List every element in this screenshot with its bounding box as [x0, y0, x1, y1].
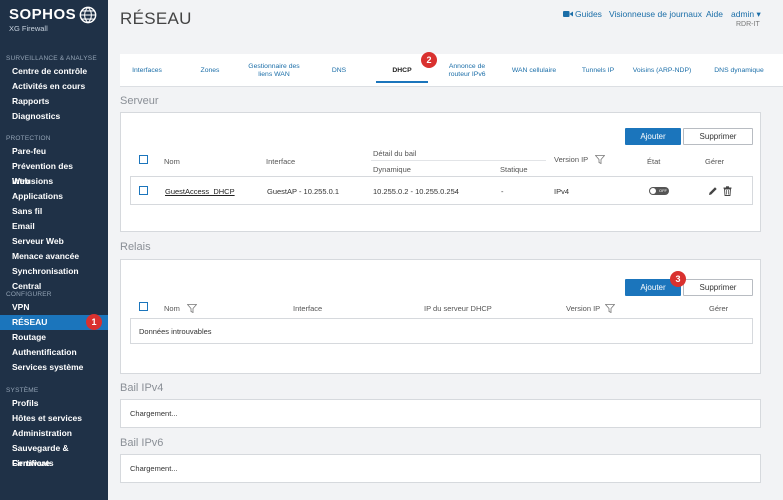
video-camera-icon[interactable]: [563, 10, 573, 18]
tab-bar: Interfaces Zones Gestionnaire des liens …: [120, 54, 783, 87]
server-col-interface[interactable]: Interface: [266, 157, 295, 166]
sidebar-item-wireless[interactable]: Sans fil: [0, 204, 108, 219]
lease-ipv6-title: Bail IPv6: [120, 437, 164, 449]
tab-dns[interactable]: DNS: [310, 54, 368, 87]
sidebar-item-email[interactable]: Email: [0, 219, 108, 234]
log-viewer-link[interactable]: Visionneuse de journaux: [609, 9, 702, 19]
sidebar-item-control-center[interactable]: Centre de contrôle: [0, 64, 108, 79]
sidebar-item-applications[interactable]: Applications: [0, 189, 108, 204]
empty-row: Données introuvables: [130, 318, 753, 344]
server-col-manage: Gérer: [705, 157, 725, 166]
sidebar-item-authentication[interactable]: Authentification: [0, 345, 108, 360]
server-row-ip-version: IPv4: [554, 187, 570, 196]
tab-zones[interactable]: Zones: [180, 54, 240, 87]
sidebar-item-certificates[interactable]: Certificats: [0, 456, 108, 471]
tab-cellular-wan[interactable]: WAN cellulaire: [500, 54, 568, 87]
globe-icon: [79, 6, 97, 24]
lease-header-divider: [371, 160, 546, 161]
sidebar: SOPHOS XG Firewall SURVEILLANCE & ANALYS…: [0, 0, 108, 500]
guides-link[interactable]: Guides: [575, 9, 602, 19]
tab-interfaces[interactable]: Interfaces: [120, 54, 174, 87]
relay-col-manage: Gérer: [709, 304, 729, 313]
page-title: RÉSEAU: [120, 9, 192, 28]
tab-wan-link-manager[interactable]: Gestionnaire des liens WAN: [242, 54, 306, 87]
brand-name: SOPHOS: [9, 6, 77, 23]
server-col-ip-version[interactable]: Version IP: [554, 155, 588, 164]
sidebar-item-intrusion-prevention[interactable]: Prévention des intrusions: [0, 159, 108, 186]
relay-col-ip-version[interactable]: Version IP: [566, 304, 600, 313]
sidebar-item-advanced-threat[interactable]: Menace avancée: [0, 249, 108, 264]
tab-neighbors[interactable]: Voisins (ARP-NDP): [630, 54, 694, 87]
filter-icon[interactable]: [187, 304, 197, 313]
server-section-title: Serveur: [120, 95, 159, 107]
tab-ip-tunnels[interactable]: Tunnels IP: [570, 54, 626, 87]
relay-col-interface[interactable]: Interface: [293, 304, 322, 313]
sidebar-item-central-sync[interactable]: Synchronisation Central: [0, 264, 108, 291]
server-col-state: État: [647, 157, 661, 166]
server-row-state-toggle[interactable]: OFF: [649, 187, 669, 195]
hostname: RDR-IT: [736, 21, 760, 28]
server-col-static[interactable]: Statique: [500, 165, 528, 174]
sidebar-section-configure: CONFIGURER: [6, 291, 52, 298]
lease-ipv4-panel: Chargement...: [120, 399, 761, 428]
sidebar-item-reports[interactable]: Rapports: [0, 94, 108, 109]
server-panel: Ajouter Supprimer Nom Interface Détail d…: [120, 112, 761, 232]
filter-icon[interactable]: [595, 155, 605, 164]
server-select-all-checkbox[interactable]: [139, 155, 148, 164]
sidebar-item-web[interactable]: Web: [0, 174, 108, 189]
server-row-interface: GuestAP - 10.255.0.1: [267, 187, 339, 196]
sophos-logo: SOPHOS XG Firewall: [9, 6, 76, 33]
server-row-static: -: [501, 187, 504, 196]
server-row-dynamic: 10.255.0.2 - 10.255.0.254: [373, 187, 459, 196]
server-delete-button[interactable]: Supprimer: [683, 128, 753, 145]
lease-ipv6-panel: Chargement...: [120, 454, 761, 483]
sidebar-section-protection: PROTECTION: [6, 135, 51, 142]
sidebar-item-routing[interactable]: Routage: [0, 330, 108, 345]
sidebar-item-hosts-services[interactable]: Hôtes et services: [0, 411, 108, 426]
sidebar-item-profiles[interactable]: Profils: [0, 396, 108, 411]
relay-empty-message: Données introuvables: [139, 327, 212, 336]
server-add-button[interactable]: Ajouter: [625, 128, 681, 145]
table-row: GuestAccess_DHCP GuestAP - 10.255.0.1 10…: [130, 176, 753, 205]
user-menu[interactable]: admin ▾: [731, 9, 761, 20]
relay-col-name[interactable]: Nom: [164, 304, 180, 313]
tab-dynamic-dns[interactable]: DNS dynamique: [698, 54, 780, 87]
sidebar-section-system: SYSTÈME: [6, 387, 39, 394]
sidebar-item-current-activities[interactable]: Activités en cours: [0, 79, 108, 94]
filter-icon[interactable]: [605, 304, 615, 313]
help-link[interactable]: Aide: [706, 9, 723, 19]
sidebar-item-firewall[interactable]: Pare-feu: [0, 144, 108, 159]
relay-delete-button[interactable]: Supprimer: [683, 279, 753, 296]
relay-panel: Ajouter Supprimer Nom Interface IP du se…: [120, 259, 761, 374]
server-col-dynamic[interactable]: Dynamique: [373, 165, 411, 174]
lease-ipv4-title: Bail IPv4: [120, 382, 164, 394]
row-checkbox[interactable]: [139, 186, 148, 195]
trash-icon[interactable]: [723, 186, 732, 196]
lease-ipv6-loading: Chargement...: [130, 464, 178, 473]
sidebar-item-vpn[interactable]: VPN: [0, 300, 108, 315]
sidebar-item-diagnostics[interactable]: Diagnostics: [0, 109, 108, 124]
lease-ipv4-loading: Chargement...: [130, 409, 178, 418]
sidebar-item-backup-firmware[interactable]: Sauvegarde & Firmware: [0, 441, 108, 468]
tab-ipv6-router-advertisement[interactable]: Annonce de routeur IPv6: [438, 54, 496, 87]
server-col-name[interactable]: Nom: [164, 157, 180, 166]
relay-select-all-checkbox[interactable]: [139, 302, 148, 311]
annotation-badge-2: 2: [421, 52, 437, 68]
relay-section-title: Relais: [120, 241, 151, 253]
server-col-lease-detail: Détail du bail: [373, 149, 417, 158]
relay-col-dhcp-server-ip[interactable]: IP du serveur DHCP: [424, 304, 492, 313]
sidebar-item-system-services[interactable]: Services système: [0, 360, 108, 375]
pencil-edit-icon[interactable]: [708, 186, 718, 196]
annotation-badge-1: 1: [86, 314, 102, 330]
sidebar-item-administration[interactable]: Administration: [0, 426, 108, 441]
annotation-badge-3: 3: [670, 271, 686, 287]
toggle-label: OFF: [659, 188, 667, 193]
server-row-name-link[interactable]: GuestAccess_DHCP: [165, 187, 235, 196]
sidebar-section-monitoring: SURVEILLANCE & ANALYSE: [6, 55, 97, 62]
sidebar-item-web-server[interactable]: Serveur Web: [0, 234, 108, 249]
brand-product: XG Firewall: [9, 24, 48, 33]
